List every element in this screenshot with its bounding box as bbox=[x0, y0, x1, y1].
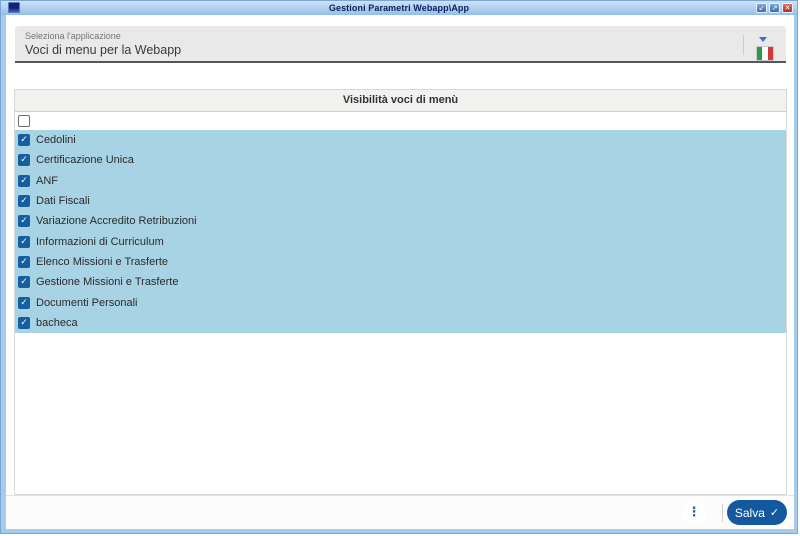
application-select-value: Voci di menu per la Webapp bbox=[25, 43, 182, 57]
menu-item-label: Variazione Accredito Retribuzioni bbox=[36, 215, 197, 228]
close-icon[interactable]: ✕ bbox=[782, 3, 793, 13]
menu-item-row: Elenco Missioni e Trasferte bbox=[15, 251, 786, 273]
footer-divider bbox=[722, 504, 723, 522]
select-all-row bbox=[15, 112, 786, 130]
select-all-checkbox[interactable] bbox=[18, 115, 30, 127]
menu-item-label: Dati Fiscali bbox=[36, 195, 90, 208]
menu-item-label: Elenco Missioni e Trasferte bbox=[36, 255, 169, 268]
menu-item-list: Cedolini Certificazione Unica ANF Dati Fisc… bbox=[15, 130, 786, 333]
menu-item-checkbox[interactable] bbox=[18, 316, 30, 329]
menu-item-label: Informazioni di Curriculum bbox=[36, 235, 164, 248]
menu-item-row: Informazioni di Curriculum bbox=[15, 231, 786, 252]
menu-item-label: ANF bbox=[36, 174, 58, 187]
titlebar: Gestioni Parametri Webapp\App ↙ ↗ ✕ bbox=[1, 1, 797, 15]
menu-item-checkbox[interactable] bbox=[18, 154, 30, 167]
menu-item-checkbox[interactable] bbox=[18, 195, 30, 208]
menu-item-row: Certificazione Unica bbox=[15, 150, 786, 171]
save-button-label: Salva bbox=[734, 505, 765, 520]
menu-item-checkbox[interactable] bbox=[18, 174, 30, 187]
flag-caret-icon bbox=[759, 37, 767, 42]
menu-item-row: ANF bbox=[15, 170, 786, 191]
menu-item-label: Cedolini bbox=[36, 134, 76, 147]
menu-item-row: Gestione Missioni e Trasferte bbox=[15, 272, 786, 293]
menu-item-row: Cedolini bbox=[15, 130, 786, 151]
window-title: Gestioni Parametri Webapp\App bbox=[328, 3, 470, 13]
menu-item-checkbox[interactable] bbox=[18, 235, 30, 248]
menu-item-label: Gestione Missioni e Trasferte bbox=[36, 276, 179, 289]
window-controls: ↙ ↗ ✕ bbox=[756, 3, 793, 13]
field-divider bbox=[743, 35, 744, 55]
app-window: Gestioni Parametri Webapp\App ↙ ↗ ✕ Sele… bbox=[0, 0, 798, 534]
menu-visibility-table: Visibilità voci di menù Cedolini Certific… bbox=[14, 89, 787, 495]
maximize-icon[interactable]: ↗ bbox=[769, 3, 780, 13]
menu-item-label: Documenti Personali bbox=[36, 296, 138, 309]
menu-item-checkbox[interactable] bbox=[18, 296, 30, 309]
menu-item-checkbox[interactable] bbox=[18, 134, 30, 147]
menu-item-label: bacheca bbox=[36, 316, 78, 329]
menu-item-row: Variazione Accredito Retribuzioni bbox=[15, 211, 786, 232]
window-content: Seleziona l'applicazione Voci di menu pe… bbox=[6, 15, 794, 529]
menu-item-checkbox[interactable] bbox=[18, 215, 30, 228]
table-header: Visibilità voci di menù bbox=[15, 90, 786, 112]
menu-item-checkbox[interactable] bbox=[18, 276, 30, 289]
menu-item-checkbox[interactable] bbox=[18, 255, 30, 268]
footer-bar: ⋮ Salva ✓ bbox=[6, 495, 794, 529]
minimize-icon[interactable]: ↙ bbox=[756, 3, 767, 13]
menu-item-row: Documenti Personali bbox=[15, 292, 786, 313]
menu-item-row: bacheca bbox=[15, 312, 786, 333]
more-options-icon[interactable]: ⋮ bbox=[682, 501, 706, 525]
language-selector[interactable] bbox=[757, 36, 773, 60]
check-icon: ✓ bbox=[769, 506, 780, 519]
application-select-label: Seleziona l'applicazione bbox=[25, 31, 121, 41]
menu-item-row: Dati Fiscali bbox=[15, 190, 786, 212]
save-button[interactable]: Salva ✓ bbox=[727, 500, 787, 525]
italian-flag-icon bbox=[757, 47, 773, 60]
app-icon bbox=[8, 2, 20, 13]
application-select[interactable]: Seleziona l'applicazione Voci di menu pe… bbox=[15, 26, 786, 63]
menu-item-label: Certificazione Unica bbox=[36, 154, 134, 167]
